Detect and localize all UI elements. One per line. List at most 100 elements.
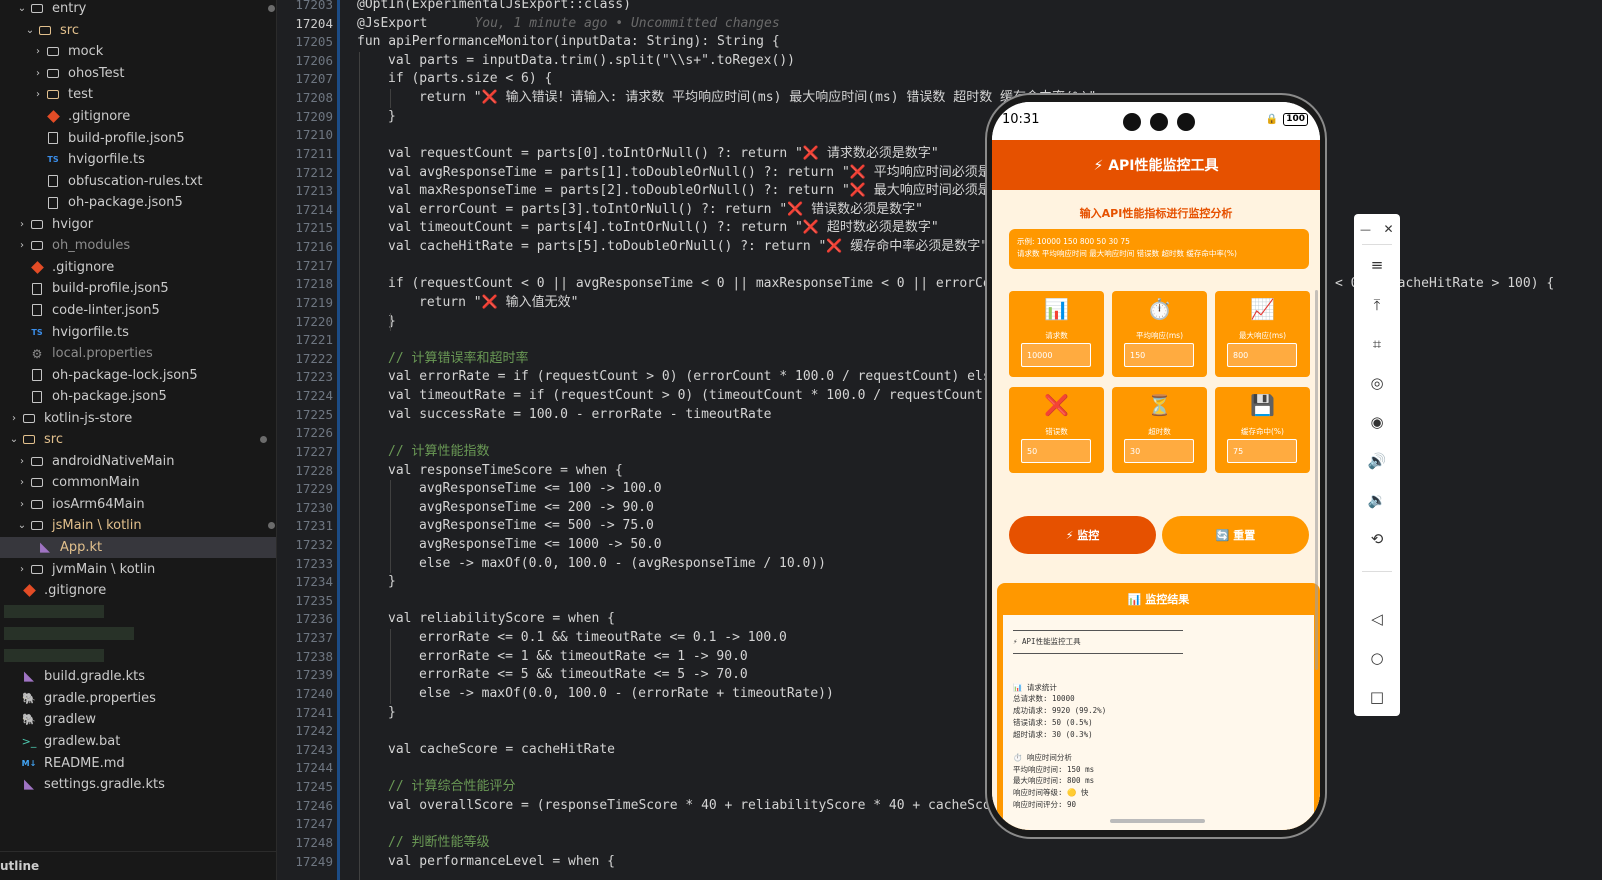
tree-item[interactable]: build-profile.json5: [0, 278, 276, 300]
flip-icon[interactable]: ⟲: [1354, 524, 1400, 554]
chevron-down-icon[interactable]: ⌄: [16, 3, 28, 14]
code-line[interactable]: avgResponseTime <= 1000 -> 50.0: [419, 536, 662, 555]
result-text[interactable]: ⚡ API性能监控工具 📊 请求统计 总请求数: 10000 成功请求: 9920 (…: [1003, 615, 1314, 830]
code-line[interactable]: errorRate <= 0.1 && timeoutRate <= 0.1 -…: [419, 629, 787, 648]
code-line[interactable]: // 计算性能指数: [388, 443, 489, 462]
tree-item[interactable]: › hvigor: [0, 214, 276, 236]
tree-item[interactable]: › oh_modules: [0, 235, 276, 257]
tree-item[interactable]: ⌄ jsMain \ kotlin: [0, 515, 276, 537]
blurred-item[interactable]: [0, 645, 276, 667]
metric-input[interactable]: [1021, 343, 1091, 367]
tree-item[interactable]: ◣ build.gradle.kts: [0, 666, 276, 688]
metric-input[interactable]: [1021, 439, 1091, 463]
code-line[interactable]: val maxResponseTime = parts[2].toDoubleO…: [388, 182, 1025, 201]
tree-item[interactable]: TS hvigorfile.ts: [0, 149, 276, 171]
chevron-right-icon[interactable]: ›: [16, 240, 28, 251]
screenshot-icon[interactable]: ◉: [1354, 407, 1400, 437]
tree-item[interactable]: >_ gradlew.bat: [0, 731, 276, 753]
code-line[interactable]: val successRate = 100.0 - errorRate - ti…: [388, 406, 772, 425]
tree-item[interactable]: › androidNativeMain: [0, 451, 276, 473]
code-line[interactable]: val errorRate = if (requestCount > 0) (e…: [388, 368, 1030, 387]
code-line[interactable]: val cacheHitRate = parts[5].toDoubleOrNu…: [388, 238, 988, 257]
code-line[interactable]: return "❌ 输入值无效": [419, 294, 578, 313]
tree-item[interactable]: obfuscation-rules.txt: [0, 170, 276, 192]
chevron-right-icon[interactable]: ›: [32, 68, 44, 79]
code-line[interactable]: val performanceLevel = when {: [388, 853, 615, 872]
code-line[interactable]: val responseTimeScore = when {: [388, 462, 623, 481]
code-line[interactable]: if (parts.size < 6) {: [388, 70, 552, 89]
minimize-icon[interactable]: —: [1354, 214, 1377, 244]
pin-top-icon[interactable]: ⤒: [1354, 290, 1400, 320]
tree-item[interactable]: 🐘 gradle.properties: [0, 688, 276, 710]
chevron-down-icon[interactable]: ⌄: [16, 520, 28, 531]
menu-icon[interactable]: ≡: [1354, 250, 1400, 280]
tree-item[interactable]: ⚙ local.properties: [0, 343, 276, 365]
tree-item[interactable]: .gitignore: [0, 106, 276, 128]
close-icon[interactable]: ✕: [1377, 214, 1400, 244]
metric-input[interactable]: [1227, 439, 1297, 463]
metric-input[interactable]: [1124, 343, 1194, 367]
blurred-item[interactable]: [0, 601, 276, 623]
tree-item[interactable]: 🐘 gradlew: [0, 709, 276, 731]
tree-item[interactable]: M↓ README.md: [0, 752, 276, 774]
code-line[interactable]: val reliabilityScore = when {: [388, 610, 615, 629]
tree-item[interactable]: oh-package.json5: [0, 192, 276, 214]
volume-down-icon[interactable]: 🔉: [1354, 485, 1400, 515]
home-icon[interactable]: ○: [1354, 643, 1400, 673]
code-line[interactable]: // 判断性能等级: [388, 834, 489, 853]
code-line[interactable]: val timeoutCount = parts[4].toIntOrNull(…: [388, 219, 939, 238]
tree-item[interactable]: ◣App.ktM: [0, 536, 276, 559]
metric-input[interactable]: [1124, 439, 1194, 463]
code-line[interactable]: errorRate <= 5 && timeoutRate <= 5 -> 70…: [419, 666, 748, 685]
code-line[interactable]: // 计算错误率和超时率: [388, 350, 528, 369]
tree-item[interactable]: ⌄ src: [0, 20, 276, 42]
crop-icon[interactable]: ⌗: [1354, 329, 1400, 359]
chevron-right-icon[interactable]: ›: [16, 499, 28, 510]
code-line[interactable]: else -> maxOf(0.0, 100.0 - (errorRate + …: [419, 685, 834, 704]
tree-item[interactable]: › mock: [0, 41, 276, 63]
code-editor[interactable]: @OptIn(ExperimentalJsExport::class) @JsEx…: [357, 0, 1602, 880]
tree-item[interactable]: .gitignore: [0, 257, 276, 279]
home-indicator[interactable]: [1110, 819, 1205, 823]
chevron-right-icon[interactable]: ›: [32, 89, 44, 100]
tree-item[interactable]: › iosArm64Main: [0, 494, 276, 516]
tree-item[interactable]: oh-package-lock.json5: [0, 364, 276, 386]
tree-item[interactable]: build-profile.json5: [0, 127, 276, 149]
chevron-right-icon[interactable]: ›: [16, 456, 28, 467]
chevron-right-icon[interactable]: ›: [8, 413, 20, 424]
tree-item[interactable]: .gitignore: [0, 580, 276, 602]
tree-item[interactable]: ⌄ entry: [0, 0, 276, 20]
code-line[interactable]: else -> maxOf(0.0, 100.0 - (avgResponseT…: [419, 555, 826, 574]
tree-item[interactable]: › test: [0, 84, 276, 106]
code-line[interactable]: avgResponseTime <= 200 -> 90.0: [419, 499, 654, 518]
recents-icon[interactable]: □: [1354, 682, 1400, 712]
code-line[interactable]: val errorCount = parts[3].toIntOrNull() …: [388, 201, 923, 220]
code-line[interactable]: @OptIn(ExperimentalJsExport::class): [357, 0, 631, 15]
chevron-right-icon[interactable]: ›: [32, 46, 44, 57]
tree-item[interactable]: › commonMain: [0, 472, 276, 494]
chevron-right-icon[interactable]: ›: [16, 477, 28, 488]
tree-item[interactable]: oh-package.json5: [0, 386, 276, 408]
code-line[interactable]: // 计算综合性能评分: [388, 778, 515, 797]
volume-up-icon[interactable]: 🔊: [1354, 446, 1400, 476]
back-icon[interactable]: ◁: [1354, 604, 1400, 634]
blurred-item[interactable]: [0, 623, 276, 645]
tree-item[interactable]: › ohosTest: [0, 63, 276, 85]
code-line[interactable]: val cacheScore = cacheHitRate: [388, 741, 615, 760]
tree-item[interactable]: ⌄ src: [0, 429, 276, 451]
chevron-right-icon[interactable]: ›: [16, 564, 28, 575]
tree-item[interactable]: › jvmMain \ kotlin: [0, 558, 276, 580]
code-line[interactable]: }: [388, 704, 396, 723]
code-line[interactable]: avgResponseTime <= 500 -> 75.0: [419, 517, 654, 536]
tree-item[interactable]: code-linter.json5: [0, 300, 276, 322]
rotate-icon[interactable]: ◎: [1354, 368, 1400, 398]
chevron-down-icon[interactable]: ⌄: [8, 434, 20, 445]
code-line[interactable]: val parts = inputData.trim().split("\\s+…: [388, 52, 795, 71]
tree-item[interactable]: ◣ settings.gradle.kts: [0, 774, 276, 796]
code-line[interactable]: val timeoutRate = if (requestCount > 0) …: [388, 387, 1061, 406]
tree-item[interactable]: › kotlin-js-store: [0, 407, 276, 429]
tree-item[interactable]: TS hvigorfile.ts: [0, 321, 276, 343]
chevron-down-icon[interactable]: ⌄: [24, 25, 36, 36]
code-line[interactable]: val requestCount = parts[0].toIntOrNull(…: [388, 145, 939, 164]
code-line[interactable]: fun apiPerformanceMonitor(inputData: Str…: [357, 33, 780, 52]
